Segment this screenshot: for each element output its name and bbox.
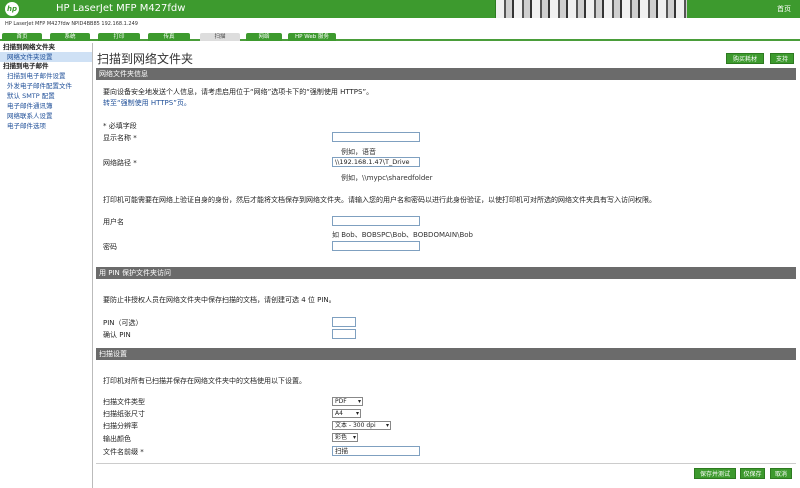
app-title: HP LaserJet MFP M427fdw: [56, 3, 186, 14]
resolution-select[interactable]: 文本 - 300 dpi ▾: [332, 421, 391, 430]
username-label: 用户名: [103, 218, 124, 226]
network-path-hint: 例如，\\mypc\sharedfolder: [341, 174, 433, 182]
tab-hp-web-services[interactable]: HP Web 服务: [288, 33, 336, 41]
chevron-down-icon: ▾: [352, 434, 356, 441]
auth-note: 打印机可能需要在网络上验证自身的身份，然后才能将文档保存到网络文件夹。请输入您的…: [103, 196, 656, 204]
filename-prefix-label: 文件名前缀 *: [103, 448, 144, 456]
chevron-down-icon: ▾: [357, 398, 361, 405]
tab-bar: 首页 系统 打印 传真 扫描 网络 HP Web 服务: [0, 33, 800, 41]
sidebar-item-address-book[interactable]: 电子邮件通讯簿: [0, 101, 92, 111]
tab-fax[interactable]: 传真: [148, 33, 190, 41]
save-only-button[interactable]: 仅保存: [740, 468, 765, 479]
confirm-pin-input[interactable]: [332, 329, 356, 339]
file-type-select[interactable]: PDF ▾: [332, 397, 363, 406]
output-color-label: 输出颜色: [103, 435, 131, 443]
hp-logo[interactable]: hp: [5, 2, 19, 16]
chevron-down-icon: ▾: [385, 422, 389, 429]
paper-size-select[interactable]: A4 ▾: [332, 409, 361, 418]
chevron-down-icon: ▾: [355, 410, 359, 417]
header-bar: hp HP LaserJet MFP M427fdw 首页: [0, 0, 800, 22]
scan-settings-intro: 打印机对所有已扫描并保存在网络文件夹中的文档使用以下设置。: [103, 377, 306, 385]
sidebar-item-network-folder-settings[interactable]: 网络文件夹设置: [0, 52, 92, 62]
sidebar-item-outgoing-profiles[interactable]: 外发电子邮件配置文件: [0, 81, 92, 91]
sidebar-item-smtp[interactable]: 默认 SMTP 配置: [0, 91, 92, 101]
password-input[interactable]: [332, 241, 420, 251]
pin-label: PIN（可选）: [103, 319, 143, 327]
filename-prefix-input[interactable]: 扫描: [332, 446, 420, 456]
file-type-value: PDF: [335, 398, 347, 405]
support-button[interactable]: 支持: [770, 53, 794, 64]
footer-divider: [96, 463, 796, 464]
https-intro-text: 要向设备安全地发送个人信息，请考虑启用位于“网络”选项卡下的“强制使用 HTTP…: [103, 88, 374, 96]
username-input[interactable]: [332, 216, 420, 226]
page-title: 扫描到网络文件夹: [97, 52, 194, 66]
pin-intro-text: 要防止非授权人员在网络文件夹中保存扫描的文档，请创建可选 4 位 PIN。: [103, 296, 336, 304]
buy-supplies-button[interactable]: 购买耗材: [726, 53, 764, 64]
tab-network[interactable]: 网络: [246, 33, 282, 41]
sidebar-heading-network-folder: 扫描到网络文件夹: [3, 43, 55, 51]
network-path-label: 网络路径 *: [103, 159, 137, 167]
display-name-hint: 例如，语音: [341, 148, 376, 156]
section-scan-settings: 扫描设置: [96, 348, 796, 360]
username-hint: 如 Bob、BOBSPC\Bob、BOBDOMAIN\Bob: [332, 231, 473, 239]
device-info: HP LaserJet MFP M427fdw NPID4BB85 192.16…: [5, 21, 138, 27]
device-info-bar: HP LaserJet MFP M427fdw NPID4BB85 192.16…: [0, 18, 800, 33]
sidebar: 扫描到网络文件夹 网络文件夹设置 扫描到电子邮件 扫描到电子邮件设置 外发电子邮…: [0, 43, 93, 488]
display-name-label: 显示名称 *: [103, 134, 137, 142]
resolution-value: 文本 - 300 dpi: [335, 422, 376, 429]
cancel-button[interactable]: 取消: [770, 468, 792, 479]
tab-print[interactable]: 打印: [98, 33, 140, 41]
confirm-pin-label: 确认 PIN: [103, 331, 131, 339]
tab-system[interactable]: 系统: [50, 33, 90, 41]
file-type-label: 扫描文件类型: [103, 398, 145, 406]
sidebar-heading-email: 扫描到电子邮件: [3, 62, 49, 70]
display-name-input[interactable]: [332, 132, 420, 142]
https-link[interactable]: 转至“强制使用 HTTPS”页。: [103, 98, 191, 108]
sidebar-item-email-options[interactable]: 电子邮件选项: [0, 121, 92, 131]
home-link[interactable]: 首页: [777, 4, 791, 14]
tab-scan[interactable]: 扫描: [200, 33, 240, 41]
save-and-test-button[interactable]: 保存并测试: [694, 468, 736, 479]
section-network-folder-info: 网络文件夹信息: [96, 68, 796, 80]
pin-input[interactable]: [332, 317, 356, 327]
password-label: 密码: [103, 243, 117, 251]
network-path-input[interactable]: \\192.168.1.47\T_Drive: [332, 157, 420, 167]
sidebar-item-network-contacts[interactable]: 网络联系人设置: [0, 111, 92, 121]
tab-home[interactable]: 首页: [2, 33, 42, 41]
paper-size-value: A4: [335, 410, 343, 417]
required-note: * 必填字段: [103, 122, 137, 130]
output-color-select[interactable]: 彩色 ▾: [332, 433, 358, 442]
output-color-value: 彩色: [335, 434, 348, 441]
resolution-label: 扫描分辨率: [103, 422, 138, 430]
paper-size-label: 扫描纸张尺寸: [103, 410, 145, 418]
sidebar-item-email-settings[interactable]: 扫描到电子邮件设置: [0, 71, 92, 81]
section-pin-protect: 用 PIN 保护文件夹访问: [96, 267, 796, 279]
